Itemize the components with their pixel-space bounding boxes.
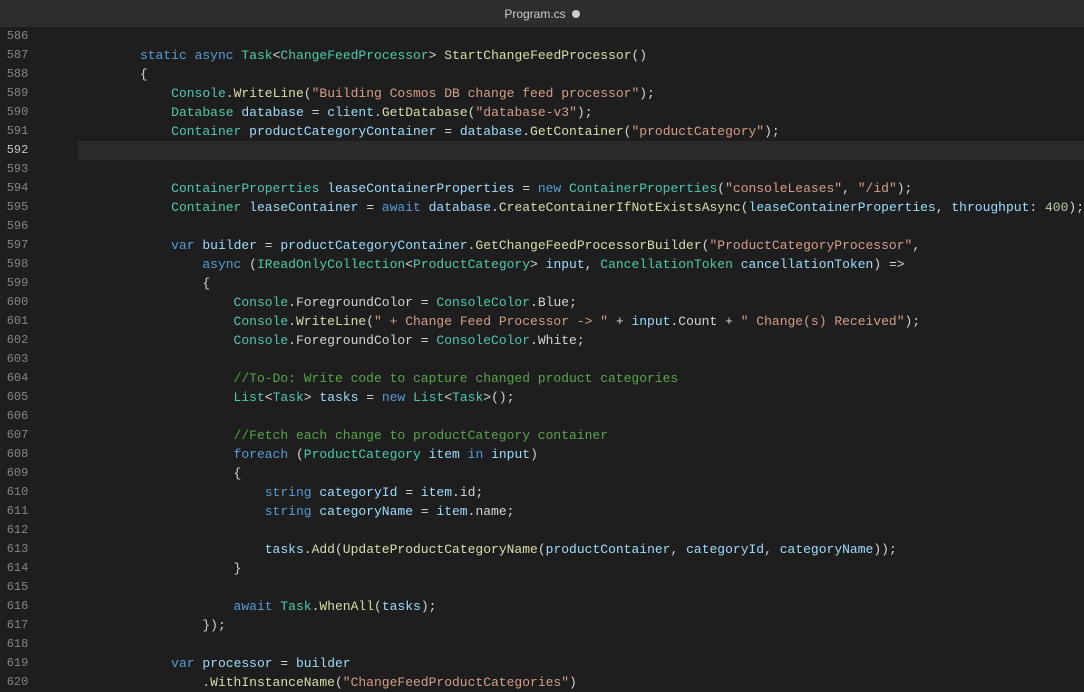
line-number: 595 (0, 198, 28, 217)
code-line[interactable]: foreach (ProductCategory item in input) (78, 445, 1084, 464)
code-line[interactable] (78, 160, 1084, 179)
line-number: 601 (0, 312, 28, 331)
line-number: 590 (0, 103, 28, 122)
code-editor[interactable]: 5865875885895905915925935945955965975985… (0, 27, 1084, 692)
code-line[interactable] (78, 407, 1084, 426)
code-line[interactable]: { (78, 65, 1084, 84)
code-line[interactable]: Console.ForegroundColor = ConsoleColor.W… (78, 331, 1084, 350)
line-number: 596 (0, 217, 28, 236)
line-number: 615 (0, 578, 28, 597)
tab-bar: Program.cs (0, 0, 1084, 27)
line-number-gutter: 5865875885895905915925935945955965975985… (0, 27, 38, 692)
current-line-highlight (78, 141, 1084, 160)
code-line[interactable] (78, 27, 1084, 46)
line-number: 587 (0, 46, 28, 65)
code-line[interactable]: string categoryId = item.id; (78, 483, 1084, 502)
code-line[interactable]: Database database = client.GetDatabase("… (78, 103, 1084, 122)
code-line[interactable]: { (78, 464, 1084, 483)
line-number: 613 (0, 540, 28, 559)
code-line[interactable]: var builder = productCategoryContainer.G… (78, 236, 1084, 255)
code-line[interactable] (78, 350, 1084, 369)
line-number: 612 (0, 521, 28, 540)
code-line[interactable]: Container leaseContainer = await databas… (78, 198, 1084, 217)
code-line[interactable]: var processor = builder (78, 654, 1084, 673)
line-number: 602 (0, 331, 28, 350)
line-number: 592 (0, 141, 28, 160)
line-number: 600 (0, 293, 28, 312)
code-line[interactable]: static async Task<ChangeFeedProcessor> S… (78, 46, 1084, 65)
line-number: 608 (0, 445, 28, 464)
unsaved-indicator-icon (572, 10, 580, 18)
line-number: 609 (0, 464, 28, 483)
line-number: 616 (0, 597, 28, 616)
line-number: 617 (0, 616, 28, 635)
code-line[interactable]: Console.ForegroundColor = ConsoleColor.B… (78, 293, 1084, 312)
line-number: 597 (0, 236, 28, 255)
tab-filename: Program.cs (504, 7, 565, 21)
code-line[interactable]: Container productCategoryContainer = dat… (78, 122, 1084, 141)
code-line[interactable]: string categoryName = item.name; (78, 502, 1084, 521)
code-line[interactable]: } (78, 559, 1084, 578)
code-line[interactable]: }); (78, 616, 1084, 635)
code-line[interactable]: { (78, 274, 1084, 293)
line-number: 588 (0, 65, 28, 84)
line-number: 610 (0, 483, 28, 502)
line-number: 607 (0, 426, 28, 445)
code-line[interactable] (78, 578, 1084, 597)
line-number: 599 (0, 274, 28, 293)
code-line[interactable]: await Task.WhenAll(tasks); (78, 597, 1084, 616)
code-line[interactable]: .WithInstanceName("ChangeFeedProductCate… (78, 673, 1084, 692)
line-number: 589 (0, 84, 28, 103)
line-number: 598 (0, 255, 28, 274)
fold-column (38, 27, 48, 692)
code-line[interactable] (78, 635, 1084, 654)
line-number: 619 (0, 654, 28, 673)
line-number: 594 (0, 179, 28, 198)
code-line[interactable]: Console.WriteLine(" + Change Feed Proces… (78, 312, 1084, 331)
line-number: 614 (0, 559, 28, 578)
code-line[interactable]: Console.WriteLine("Building Cosmos DB ch… (78, 84, 1084, 103)
code-line[interactable]: ContainerProperties leaseContainerProper… (78, 179, 1084, 198)
line-number: 593 (0, 160, 28, 179)
code-line[interactable]: //To-Do: Write code to capture changed p… (78, 369, 1084, 388)
code-area[interactable]: static async Task<ChangeFeedProcessor> S… (78, 27, 1084, 692)
line-number: 620 (0, 673, 28, 692)
line-number: 605 (0, 388, 28, 407)
code-line[interactable]: //Fetch each change to productCategory c… (78, 426, 1084, 445)
line-number: 586 (0, 27, 28, 46)
code-line[interactable]: List<Task> tasks = new List<Task>(); (78, 388, 1084, 407)
code-line[interactable]: async (IReadOnlyCollection<ProductCatego… (78, 255, 1084, 274)
tab-program-cs[interactable]: Program.cs (504, 7, 579, 21)
code-line[interactable] (78, 521, 1084, 540)
line-number: 618 (0, 635, 28, 654)
line-number: 606 (0, 407, 28, 426)
code-line[interactable] (78, 217, 1084, 236)
code-line[interactable]: tasks.Add(UpdateProductCategoryName(prod… (78, 540, 1084, 559)
line-number: 604 (0, 369, 28, 388)
line-number: 611 (0, 502, 28, 521)
line-number: 591 (0, 122, 28, 141)
indent-margin (49, 27, 78, 692)
line-number: 603 (0, 350, 28, 369)
